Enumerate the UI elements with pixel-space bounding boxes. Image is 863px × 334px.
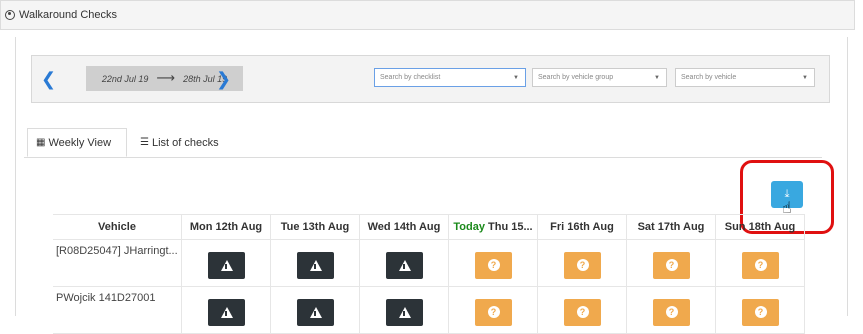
col-header-sun: Sun 18th Aug: [715, 214, 805, 240]
tab-list-label: List of checks: [151, 136, 219, 149]
user-circle-icon: [5, 10, 15, 20]
col-header-wed: Wed 14th Aug: [359, 214, 449, 240]
today-label: Today: [453, 221, 485, 233]
prev-week-button[interactable]: ❮: [41, 71, 56, 89]
calendar-icon: ▦: [36, 137, 46, 148]
col-header-mon: Mon 12th Aug: [181, 214, 271, 240]
tab-list-of-checks[interactable]: ☰ List of checks: [136, 128, 219, 157]
vehicle-cell: PWojcik 141D27001: [53, 286, 182, 334]
vehicle-group-select[interactable]: Search by vehicle group ▼: [532, 68, 667, 87]
col-header-vehicle: Vehicle: [53, 214, 182, 240]
next-week-button[interactable]: ❯: [216, 71, 231, 89]
chevron-down-icon: ▼: [802, 75, 808, 81]
tab-weekly-view[interactable]: ▦ Weekly View: [27, 128, 127, 157]
col-header-tue: Tue 13th Aug: [270, 214, 360, 240]
checklist-select[interactable]: Search by checklist ▼: [374, 68, 526, 87]
range-arrow-icon: ⟶: [156, 71, 176, 86]
question-icon[interactable]: ?: [652, 299, 690, 326]
chevron-down-icon: ▼: [513, 75, 519, 81]
question-icon[interactable]: ?: [563, 299, 601, 326]
warning-icon[interactable]: [296, 299, 334, 326]
warning-icon[interactable]: [385, 299, 423, 326]
question-icon[interactable]: ?: [652, 252, 690, 279]
col-header-fri: Fri 16th Aug: [537, 214, 627, 240]
view-tabs: ▦ Weekly View ☰ List of checks: [24, 128, 822, 158]
warning-icon[interactable]: [207, 252, 245, 279]
vehicle-select[interactable]: Search by vehicle ▼: [675, 68, 815, 87]
panel-title: Walkaround Checks: [19, 9, 118, 21]
warning-icon[interactable]: [296, 252, 334, 279]
checklist-select-placeholder: Search by checklist: [380, 74, 441, 81]
warning-icon[interactable]: [385, 252, 423, 279]
col-header-thu: Today Thu 15...: [448, 214, 538, 240]
vehicle-cell: [R08D25047] JHarringt...: [53, 239, 182, 287]
col-header-thu-date: Thu 15...: [488, 221, 533, 233]
question-icon[interactable]: ?: [741, 299, 779, 326]
weekly-checks-table: Vehicle Mon 12th Aug Tue 13th Aug Wed 14…: [53, 214, 805, 334]
question-icon[interactable]: ?: [474, 252, 512, 279]
chevron-down-icon: ▼: [654, 75, 660, 81]
date-range-start: 22nd Jul 19: [101, 73, 149, 84]
vehicle-group-select-placeholder: Search by vehicle group: [538, 74, 614, 81]
question-icon[interactable]: ?: [741, 252, 779, 279]
panel-header: Walkaround Checks: [0, 0, 855, 30]
table-header-row: Vehicle Mon 12th Aug Tue 13th Aug Wed 14…: [53, 214, 805, 240]
filter-bar: ❮ 22nd Jul 19 ⟶ 28th Jul 19 ❯ Search by …: [31, 55, 830, 103]
vehicle-select-placeholder: Search by vehicle: [681, 74, 737, 81]
question-icon[interactable]: ?: [563, 252, 601, 279]
list-icon: ☰: [140, 137, 149, 148]
warning-icon[interactable]: [207, 299, 245, 326]
table-row: PWojcik 141D27001 ? ? ? ?: [53, 286, 805, 334]
question-icon[interactable]: ?: [474, 299, 512, 326]
table-row: [R08D25047] JHarringt... ? ? ? ?: [53, 239, 805, 287]
col-header-sat: Sat 17th Aug: [626, 214, 716, 240]
tab-weekly-label: Weekly View: [48, 136, 112, 149]
